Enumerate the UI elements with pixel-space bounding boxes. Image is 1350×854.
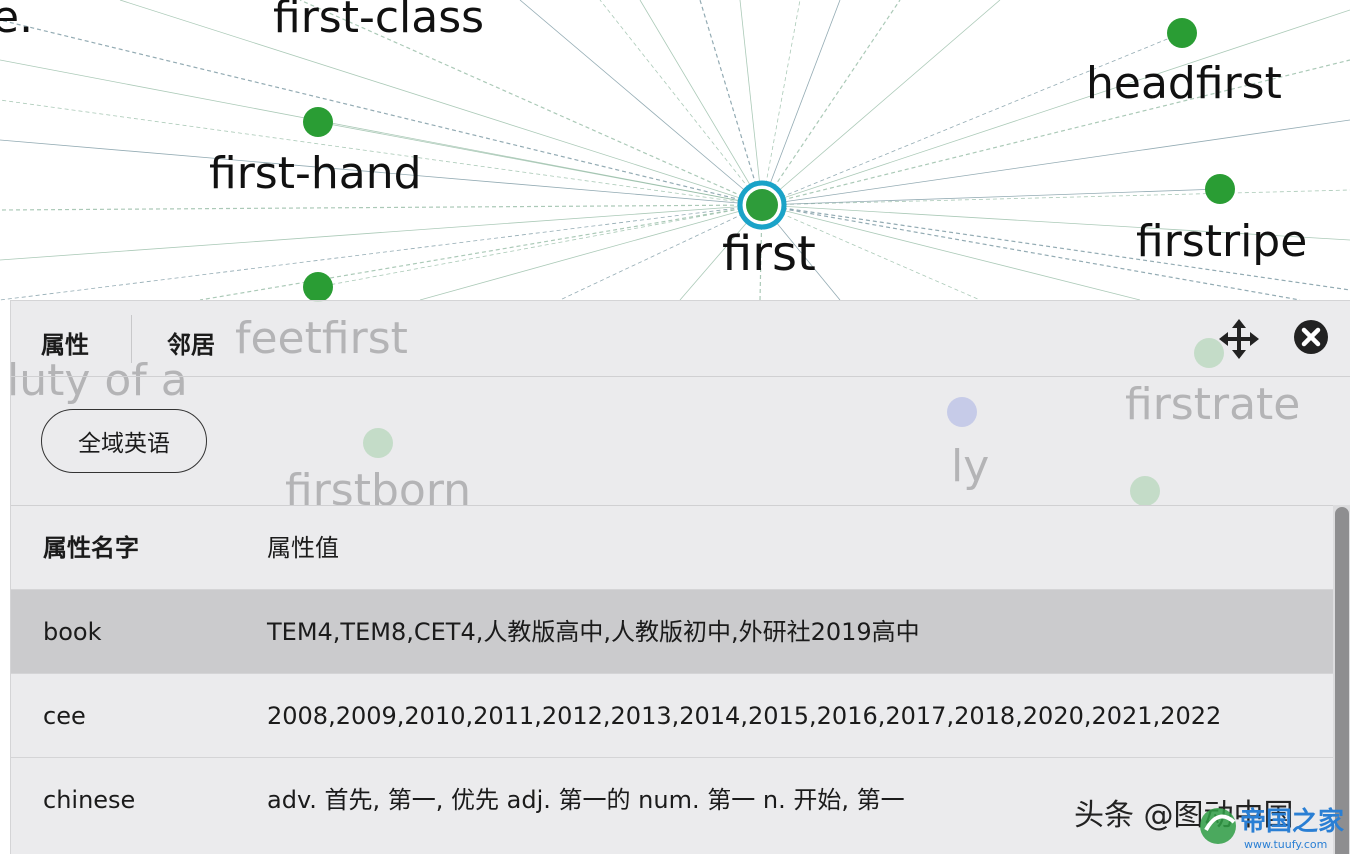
- graph-edge: [0, 204, 763, 301]
- graph-edge: [761, 0, 901, 206]
- node-label-e: e.: [0, 0, 33, 43]
- row-value: TEM4,TEM8,CET4,人教版高中,人教版初中,外研社2019高中: [267, 618, 920, 646]
- center-node-label: first: [722, 226, 816, 282]
- row-key: chinese: [43, 786, 136, 814]
- node-label-firstripe: firstripe: [1136, 216, 1307, 267]
- node-label-headfirst: headfirst: [1086, 58, 1282, 109]
- graph-edge: [199, 204, 763, 301]
- row-key: cee: [43, 702, 86, 730]
- graph-edge: [761, 0, 1001, 206]
- table-header-row: 属性名字 属性值: [11, 505, 1333, 589]
- graph-edge: [0, 204, 763, 261]
- graph-edge: [761, 0, 841, 206]
- node-label-firstrate: firstrate: [1125, 379, 1300, 430]
- row-value: 2008,2009,2010,2011,2012,2013,2014,2015,…: [267, 702, 1222, 730]
- node-first-hand[interactable]: [303, 107, 333, 137]
- node-headfirst[interactable]: [1167, 18, 1197, 48]
- watermark-logo: 帝国之家 www.tuufy.com: [1200, 806, 1344, 851]
- graph-edge: [761, 204, 1141, 301]
- column-header-name: 属性名字: [43, 534, 139, 562]
- move-icon[interactable]: [1219, 319, 1259, 359]
- tab-properties[interactable]: 属性: [41, 325, 89, 360]
- node-unlabeled: [1130, 476, 1160, 506]
- svg-text:www.tuufy.com: www.tuufy.com: [1244, 838, 1327, 851]
- scope-button[interactable]: 全域英语: [41, 409, 207, 473]
- graph-nodes: first first-class headfirst first-hand f…: [0, 0, 1307, 302]
- node-ly: [947, 397, 977, 427]
- row-value: adv. 首先, 第一, 优先 adj. 第一的 num. 第一 n. 开始, …: [267, 786, 905, 814]
- tab-neighbors[interactable]: 邻居: [167, 325, 215, 360]
- node-firstripe[interactable]: [1205, 174, 1235, 204]
- svg-text:帝国之家: 帝国之家: [1240, 806, 1344, 837]
- graph-edge: [761, 0, 801, 206]
- table-row[interactable]: cee 2008,2009,2010,2011,2012,2013,2014,2…: [11, 673, 1333, 757]
- node-firstborn: [363, 428, 393, 458]
- node-feetfirst[interactable]: [303, 272, 333, 302]
- graph-view: first first-class headfirst first-hand f…: [0, 0, 1350, 854]
- close-icon[interactable]: [1293, 319, 1329, 355]
- graph-edge: [699, 0, 763, 206]
- graph-edge: [519, 0, 763, 206]
- node-label-first-class: first-class: [273, 0, 484, 43]
- graph-edge: [761, 188, 1221, 206]
- center-node[interactable]: [746, 189, 778, 221]
- properties-panel: feetfirst luty of a firstrate firstborn …: [10, 300, 1350, 854]
- table-row[interactable]: book TEM4,TEM8,CET4,人教版高中,人教版初中,外研社2019高…: [11, 589, 1333, 673]
- tab-divider: [131, 315, 132, 363]
- column-header-value: 属性值: [267, 534, 339, 562]
- graph-edge: [317, 204, 763, 288]
- node-label-ly: ly: [951, 441, 989, 492]
- row-key: book: [43, 618, 102, 646]
- node-label-first-hand: first-hand: [209, 148, 422, 199]
- panel-header: 属性 邻居: [11, 301, 1350, 377]
- graph-edge: [599, 0, 763, 206]
- graph-edge: [0, 204, 763, 211]
